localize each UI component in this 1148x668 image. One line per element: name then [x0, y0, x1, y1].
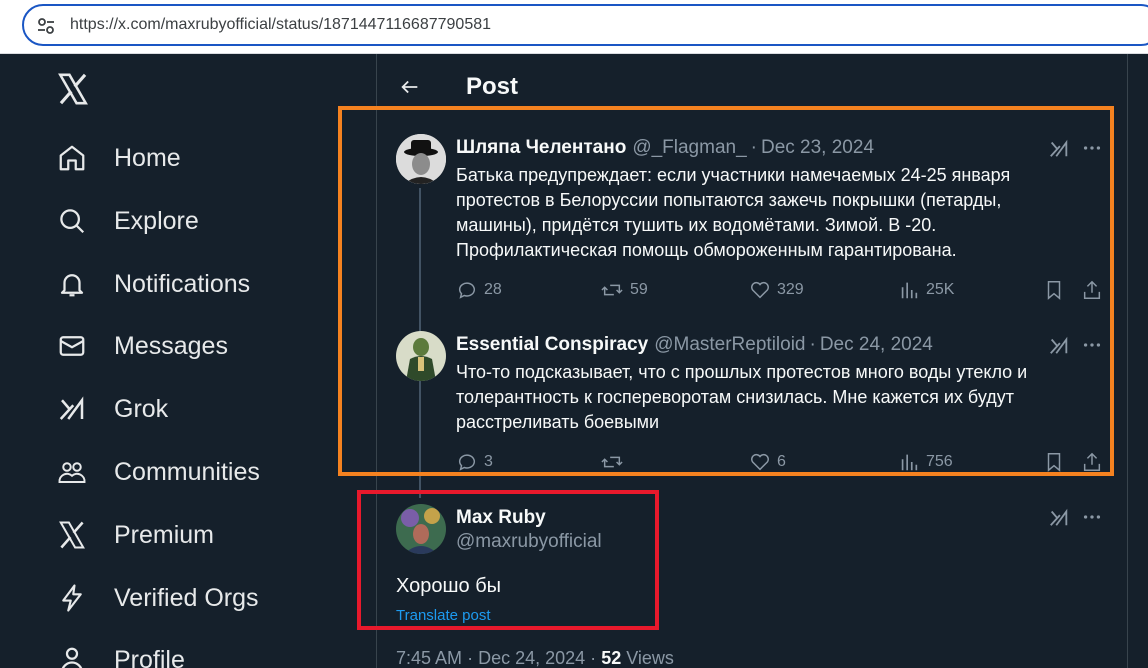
x-logo-icon[interactable] [56, 72, 90, 106]
url-input[interactable]: https://x.com/maxrubyofficial/status/187… [22, 4, 1148, 46]
post-meta: 7:45 AM · Dec 24, 2024 · 52 Views [396, 648, 674, 668]
bell-icon [56, 268, 88, 300]
post-time[interactable]: 7:45 AM [396, 648, 462, 668]
sidebar-item-explore[interactable]: Explore [56, 201, 199, 241]
search-icon [56, 205, 88, 237]
page-title: Post [466, 73, 519, 100]
sidebar-item-label: Messages [114, 331, 228, 360]
sidebar-item-label: Explore [114, 206, 199, 235]
sidebar-item-premium[interactable]: Premium [56, 515, 214, 555]
sidebar-item-home[interactable]: Home [56, 138, 181, 178]
sidebar-item-messages[interactable]: Messages [56, 326, 228, 366]
x-icon [56, 519, 88, 551]
person-icon [56, 644, 88, 668]
views-label: Views [626, 648, 674, 668]
sidebar-item-grok[interactable]: Grok [56, 389, 168, 429]
views-count: 52 [601, 648, 622, 668]
back-arrow-icon[interactable] [399, 76, 421, 98]
lightning-icon [56, 582, 88, 614]
sidebar-item-label: Home [114, 143, 181, 172]
sidebar-item-label: Communities [114, 457, 260, 486]
sidebar: Home Explore Notifications Messages Grok… [0, 54, 376, 668]
envelope-icon [56, 330, 88, 362]
page-header: Post [377, 54, 1148, 108]
dot-separator: · [590, 648, 597, 668]
grok-icon [56, 393, 88, 425]
sidebar-item-label: Notifications [114, 269, 251, 298]
home-icon [56, 142, 88, 174]
sidebar-item-label: Grok [114, 394, 169, 423]
sidebar-item-profile[interactable]: Profile [56, 640, 185, 668]
site-settings-icon[interactable] [36, 16, 56, 36]
post-date[interactable]: Dec 24, 2024 [478, 648, 585, 668]
grok-icon[interactable] [1048, 506, 1070, 528]
sidebar-item-label: Premium [114, 520, 215, 549]
dot-separator: · [467, 648, 474, 668]
highlight-box-orange [338, 106, 1114, 476]
more-options-icon[interactable] [1081, 506, 1103, 528]
url-text: https://x.com/maxrubyofficial/status/187… [70, 16, 492, 33]
sidebar-item-verified-orgs[interactable]: Verified Orgs [56, 578, 259, 618]
sidebar-item-communities[interactable]: Communities [56, 452, 260, 492]
highlight-box-red [357, 490, 659, 630]
people-icon [56, 456, 88, 488]
sidebar-item-label: Profile [114, 645, 185, 668]
sidebar-item-notifications[interactable]: Notifications [56, 264, 250, 304]
browser-address-bar: https://x.com/maxrubyofficial/status/187… [0, 0, 1148, 54]
sidebar-item-label: Verified Orgs [114, 583, 259, 612]
column-divider-right [1127, 54, 1128, 668]
